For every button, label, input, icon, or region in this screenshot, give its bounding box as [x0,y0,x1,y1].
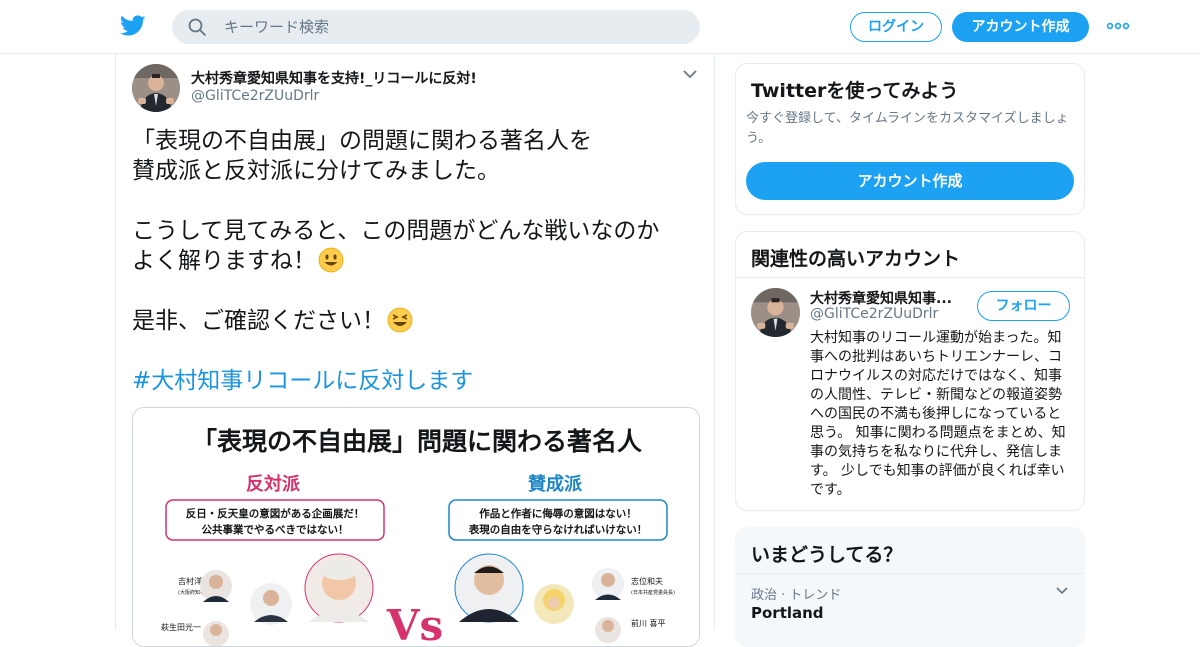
related-accounts-card: 関連性の高いアカウント 大村秀章愛知県知事... @GliTCe2rZUuDrl… [735,231,1085,511]
image-title: 「表現の不自由展」問題に関わる著名人 [192,427,642,456]
related-account-name[interactable]: 大村秀章愛知県知事... [810,288,960,308]
related-account-handle[interactable]: @GliTCe2rZUuDrlr [810,306,938,322]
support-heading: 賛成派 [528,473,583,495]
search-placeholder: キーワード検索 [224,18,330,36]
person-name: 前川 喜平 [631,618,666,628]
related-account-bio: 大村知事のリコール運動が始まった。知事への批判はあいちトリエンナーレ、コロナウイ… [810,330,1066,498]
tweet-line-text: 是非、ご確認ください！ [132,308,385,334]
signup-card-title: Twitterを使ってみよう [751,80,959,102]
person-name: 志位和夫 [631,576,663,586]
tweet-image[interactable]: 「表現の不自由展」問題に関わる著名人 反対派 反日・反天皇の意図がある企画展だ！… [132,407,700,647]
trend-context: 政治 · トレンド [751,588,842,603]
chevron-down-icon[interactable] [1055,586,1069,596]
tweet-line: こうして見てみると、この問題がどんな戦いなのか [132,218,660,244]
avatar-photo [751,288,800,337]
tweet-line-text: よく解りますね！ [132,248,316,274]
tweet-column: 大村秀章愛知県知事を支持!_リコールに反対! @GliTCe2rZUuDrlr … [115,54,715,647]
chevron-down-icon[interactable] [682,68,698,80]
signup-card-button[interactable]: アカウント作成 [746,162,1074,200]
person-name: 萩生田光一 [161,622,201,632]
person-title: (日本共産党委員長) [631,589,675,596]
oppose-heading: 反対派 [246,473,301,495]
divider [736,573,1084,574]
trends-card: いまどうしてる？ 政治 · トレンド Portland [735,527,1085,647]
signup-card: Twitterを使ってみよう 今すぐ登録して、タイムラインをカスタマイズしましょ… [735,63,1085,215]
author-name[interactable]: 大村秀章愛知県知事を支持!_リコールに反対! [191,68,477,88]
trend-item[interactable]: Portland [751,604,824,622]
tweet-line: よく解りますね！ [132,246,702,276]
follow-button[interactable]: フォロー [977,291,1070,321]
divider [736,277,1084,278]
vs-label: Vs [386,601,443,647]
tweet-text: 「表現の不自由展」の問題に関わる著名人を 賛成派と反対派に分けてみました。 こう… [132,126,702,396]
top-navigation-bar: キーワード検索 ログイン アカウント作成 [0,0,1200,54]
oppose-box-line2: 公共事業でやるべきではない！ [202,523,349,536]
tweet-line: 是非、ご確認ください！ [132,306,702,336]
smiley-emoji-icon [318,247,344,273]
more-options-icon[interactable] [1106,18,1130,34]
laughing-emoji-icon [387,307,413,333]
search-input[interactable]: キーワード検索 [172,10,700,44]
signup-card-subtitle: 今すぐ登録して、タイムラインをカスタマイズしましょう。 [746,111,1069,146]
support-box-line1: 作品と作者に侮辱の意図はない！ [479,507,637,520]
trends-card-title: いまどうしてる？ [751,544,903,566]
author-handle[interactable]: @GliTCe2rZUuDrlr [191,88,319,104]
signup-button[interactable]: アカウント作成 [952,12,1089,42]
twitter-bird-icon[interactable] [120,14,146,38]
author-avatar[interactable] [132,64,180,112]
tweet-line: 賛成派と反対派に分けてみました。 [132,158,500,184]
infographic-image: 「表現の不自由展」問題に関わる著名人 反対派 反日・反天皇の意図がある企画展だ！… [133,408,699,647]
related-account-avatar[interactable] [751,288,800,337]
support-box-line2: 表現の自由を守らなければいけない！ [468,523,648,536]
related-card-title: 関連性の高いアカウント [751,248,961,270]
search-icon [188,18,206,36]
login-button[interactable]: ログイン [850,12,942,42]
oppose-box-line1: 反日・反天皇の意図がある企画展だ！ [186,507,365,520]
avatar-photo [132,64,180,112]
hashtag-link[interactable]: #大村知事リコールに反対します [132,366,702,396]
tweet-line: 「表現の不自由展」の問題に関わる著名人を [132,128,592,154]
